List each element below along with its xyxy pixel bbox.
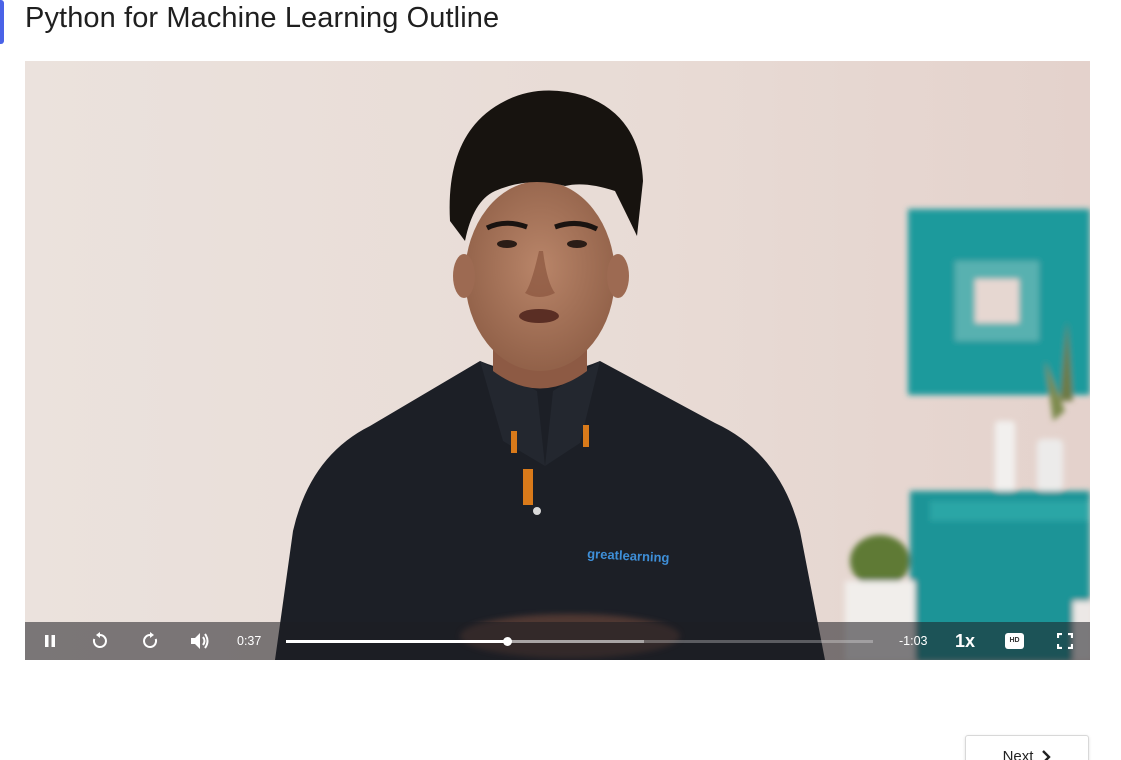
video-control-bar: 0:37 -1:03 1x HD <box>25 622 1090 660</box>
progress-bar[interactable] <box>286 637 873 646</box>
rewind-icon <box>92 632 107 648</box>
video-frame[interactable]: greatlearning <box>25 61 1090 660</box>
fullscreen-button[interactable] <box>1053 622 1077 660</box>
volume-icon <box>191 633 209 649</box>
lesson-page: Python for Machine Learning Outline grea… <box>0 0 1121 760</box>
rewind-button[interactable] <box>87 622 113 660</box>
next-button[interactable]: Next <box>965 735 1089 760</box>
pause-button[interactable] <box>37 622 63 660</box>
remaining-time: -1:03 <box>899 634 928 648</box>
current-time: 0:37 <box>237 634 262 648</box>
forward-button[interactable] <box>137 622 163 660</box>
pause-icon <box>45 635 55 647</box>
quality-button[interactable]: HD <box>1005 633 1024 649</box>
forward-icon <box>143 632 158 648</box>
playback-speed-button[interactable]: 1x <box>955 622 975 660</box>
active-item-accent <box>0 0 4 44</box>
progress-handle[interactable] <box>502 637 512 646</box>
played-bar <box>286 640 507 643</box>
next-button-label: Next <box>1002 748 1034 760</box>
volume-button[interactable] <box>187 622 213 660</box>
chevron-right-icon <box>1042 750 1052 760</box>
fullscreen-icon <box>1057 633 1073 649</box>
page-title: Python for Machine Learning Outline <box>25 2 500 34</box>
video-player[interactable]: greatlearning 0:37 -1:03 1x HD <box>25 61 1090 660</box>
